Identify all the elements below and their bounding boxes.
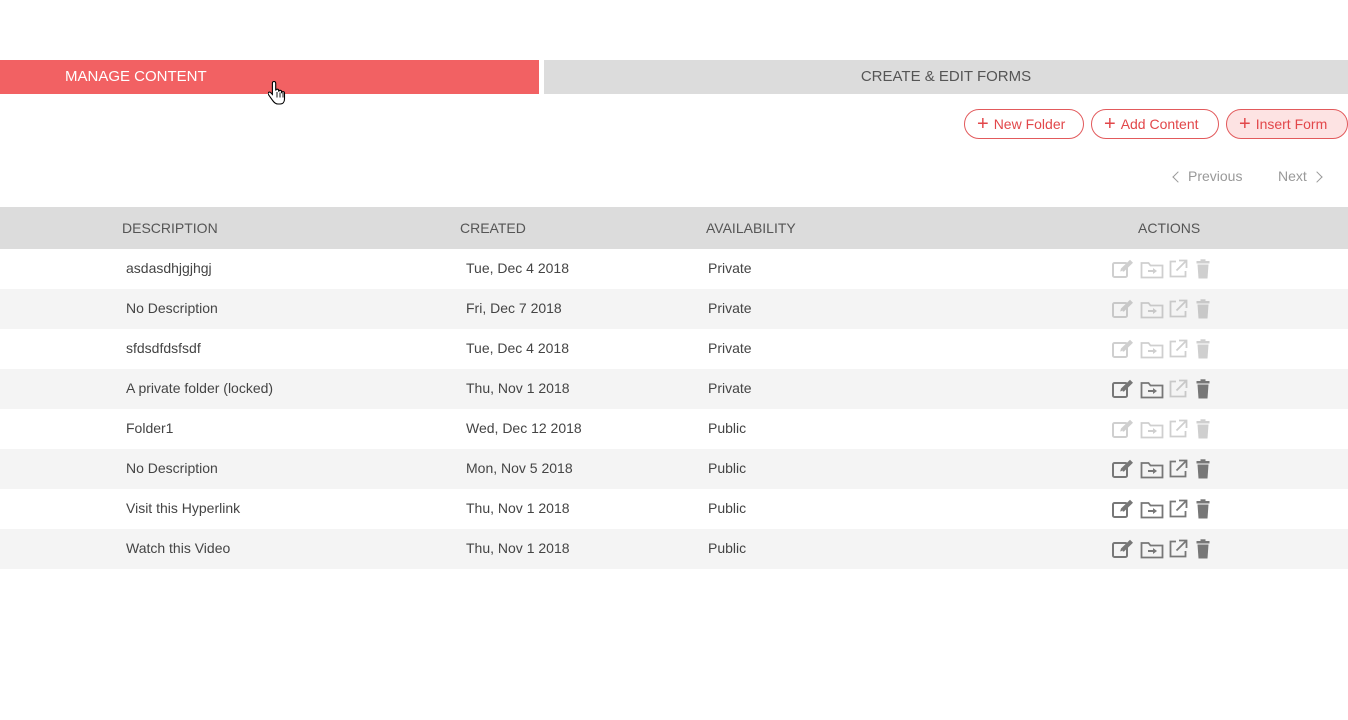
row-description[interactable]: Folder1 <box>126 409 173 447</box>
external-link-icon[interactable] <box>1168 418 1196 440</box>
row-availability: Public <box>708 420 747 436</box>
move-folder-icon[interactable] <box>1140 538 1168 560</box>
row-created-date: Mon, Nov 5 2018 <box>466 460 573 476</box>
next-page-button[interactable]: Next <box>1278 168 1323 184</box>
edit-icon[interactable] <box>1112 498 1140 520</box>
row-availability: Private <box>708 260 752 276</box>
previous-label: Previous <box>1188 168 1243 184</box>
external-link-icon[interactable] <box>1168 378 1196 400</box>
row-actions <box>1112 498 1214 520</box>
move-folder-icon[interactable] <box>1140 498 1168 520</box>
move-folder-icon[interactable] <box>1140 298 1168 320</box>
row-actions <box>1112 298 1214 320</box>
external-link-icon[interactable] <box>1168 298 1196 320</box>
external-link-icon[interactable] <box>1168 538 1196 560</box>
table-row[interactable]: A private folder (locked) Thu, Nov 1 2018… <box>0 369 1348 409</box>
insert-form-label: Insert Form <box>1255 116 1328 132</box>
table-row[interactable]: sfdsdfdsfsdf Tue, Dec 4 2018 Private <box>0 329 1348 369</box>
row-actions <box>1112 378 1214 400</box>
row-description[interactable]: asdasdhjgjhgj <box>126 249 212 287</box>
previous-page-button[interactable]: Previous <box>1172 168 1242 184</box>
edit-icon[interactable] <box>1112 378 1140 400</box>
trash-icon[interactable] <box>1196 378 1214 400</box>
row-created-date: Tue, Dec 4 2018 <box>466 340 569 356</box>
table-header: DESCRIPTION CREATED AVAILABILITY ACTIONS <box>0 207 1348 249</box>
move-folder-icon[interactable] <box>1140 338 1168 360</box>
row-created-date: Wed, Dec 12 2018 <box>466 420 582 436</box>
column-header-actions: ACTIONS <box>1138 220 1201 236</box>
column-header-availability[interactable]: AVAILABILITY <box>706 207 796 249</box>
row-availability: Private <box>708 380 752 396</box>
row-actions <box>1112 338 1214 360</box>
next-label: Next <box>1278 168 1307 184</box>
plus-icon: + <box>1239 113 1251 135</box>
add-content-button[interactable]: + Add Content <box>1091 109 1219 139</box>
trash-icon[interactable] <box>1196 418 1214 440</box>
tab-bar: MANAGE CONTENT CREATE & EDIT FORMS <box>0 60 1348 94</box>
row-description[interactable]: sfdsdfdsfsdf <box>126 329 201 367</box>
hand-cursor-icon <box>267 80 286 111</box>
trash-icon[interactable] <box>1196 458 1214 480</box>
edit-icon[interactable] <box>1112 418 1140 440</box>
column-header-created[interactable]: CREATED <box>460 207 526 249</box>
content-table-body: asdasdhjgjhgj Tue, Dec 4 2018 Private No De… <box>0 249 1348 569</box>
insert-form-button[interactable]: + Insert Form <box>1226 109 1348 139</box>
edit-icon[interactable] <box>1112 458 1140 480</box>
trash-icon[interactable] <box>1196 338 1214 360</box>
edit-icon[interactable] <box>1112 298 1140 320</box>
plus-icon: + <box>977 113 989 135</box>
row-description[interactable]: Visit this Hyperlink <box>126 489 240 527</box>
external-link-icon[interactable] <box>1168 458 1196 480</box>
move-folder-icon[interactable] <box>1140 258 1168 280</box>
edit-icon[interactable] <box>1112 538 1140 560</box>
chevron-left-icon <box>1172 171 1184 183</box>
edit-icon[interactable] <box>1112 258 1140 280</box>
new-folder-label: New Folder <box>993 116 1066 132</box>
row-actions <box>1112 538 1214 560</box>
row-created-date: Fri, Dec 7 2018 <box>466 300 562 316</box>
row-availability: Private <box>708 340 752 356</box>
trash-icon[interactable] <box>1196 538 1214 560</box>
row-actions <box>1112 258 1214 280</box>
row-description[interactable]: A private folder (locked) <box>126 369 273 407</box>
trash-icon[interactable] <box>1196 298 1214 320</box>
table-row[interactable]: No Description Fri, Dec 7 2018 Private <box>0 289 1348 329</box>
table-row[interactable]: Visit this Hyperlink Thu, Nov 1 2018 Publi… <box>0 489 1348 529</box>
row-availability: Public <box>708 540 747 556</box>
table-row[interactable]: asdasdhjgjhgj Tue, Dec 4 2018 Private <box>0 249 1348 289</box>
add-content-label: Add Content <box>1120 116 1199 132</box>
column-header-description[interactable]: DESCRIPTION <box>122 207 218 249</box>
external-link-icon[interactable] <box>1168 338 1196 360</box>
move-folder-icon[interactable] <box>1140 418 1168 440</box>
row-description[interactable]: Watch this Video <box>126 529 230 567</box>
table-row[interactable]: No Description Mon, Nov 5 2018 Public <box>0 449 1348 489</box>
edit-icon[interactable] <box>1112 338 1140 360</box>
row-availability: Public <box>708 460 747 476</box>
row-created-date: Thu, Nov 1 2018 <box>466 500 570 516</box>
trash-icon[interactable] <box>1196 258 1214 280</box>
row-actions <box>1112 458 1214 480</box>
table-row[interactable]: Watch this Video Thu, Nov 1 2018 Public <box>0 529 1348 569</box>
external-link-icon[interactable] <box>1168 498 1196 520</box>
row-created-date: Thu, Nov 1 2018 <box>466 380 570 396</box>
row-created-date: Thu, Nov 1 2018 <box>466 540 570 556</box>
chevron-right-icon <box>1311 171 1323 183</box>
external-link-icon[interactable] <box>1168 258 1196 280</box>
row-availability: Private <box>708 300 752 316</box>
tab-create-edit-forms[interactable]: CREATE & EDIT FORMS <box>544 60 1348 94</box>
new-folder-button[interactable]: + New Folder <box>964 109 1084 139</box>
row-description[interactable]: No Description <box>126 289 218 327</box>
row-description[interactable]: No Description <box>126 449 218 487</box>
plus-icon: + <box>1104 113 1116 135</box>
move-folder-icon[interactable] <box>1140 378 1168 400</box>
row-created-date: Tue, Dec 4 2018 <box>466 260 569 276</box>
row-availability: Public <box>708 500 747 516</box>
move-folder-icon[interactable] <box>1140 458 1168 480</box>
row-actions <box>1112 418 1214 440</box>
table-row[interactable]: Folder1 Wed, Dec 12 2018 Public <box>0 409 1348 449</box>
trash-icon[interactable] <box>1196 498 1214 520</box>
